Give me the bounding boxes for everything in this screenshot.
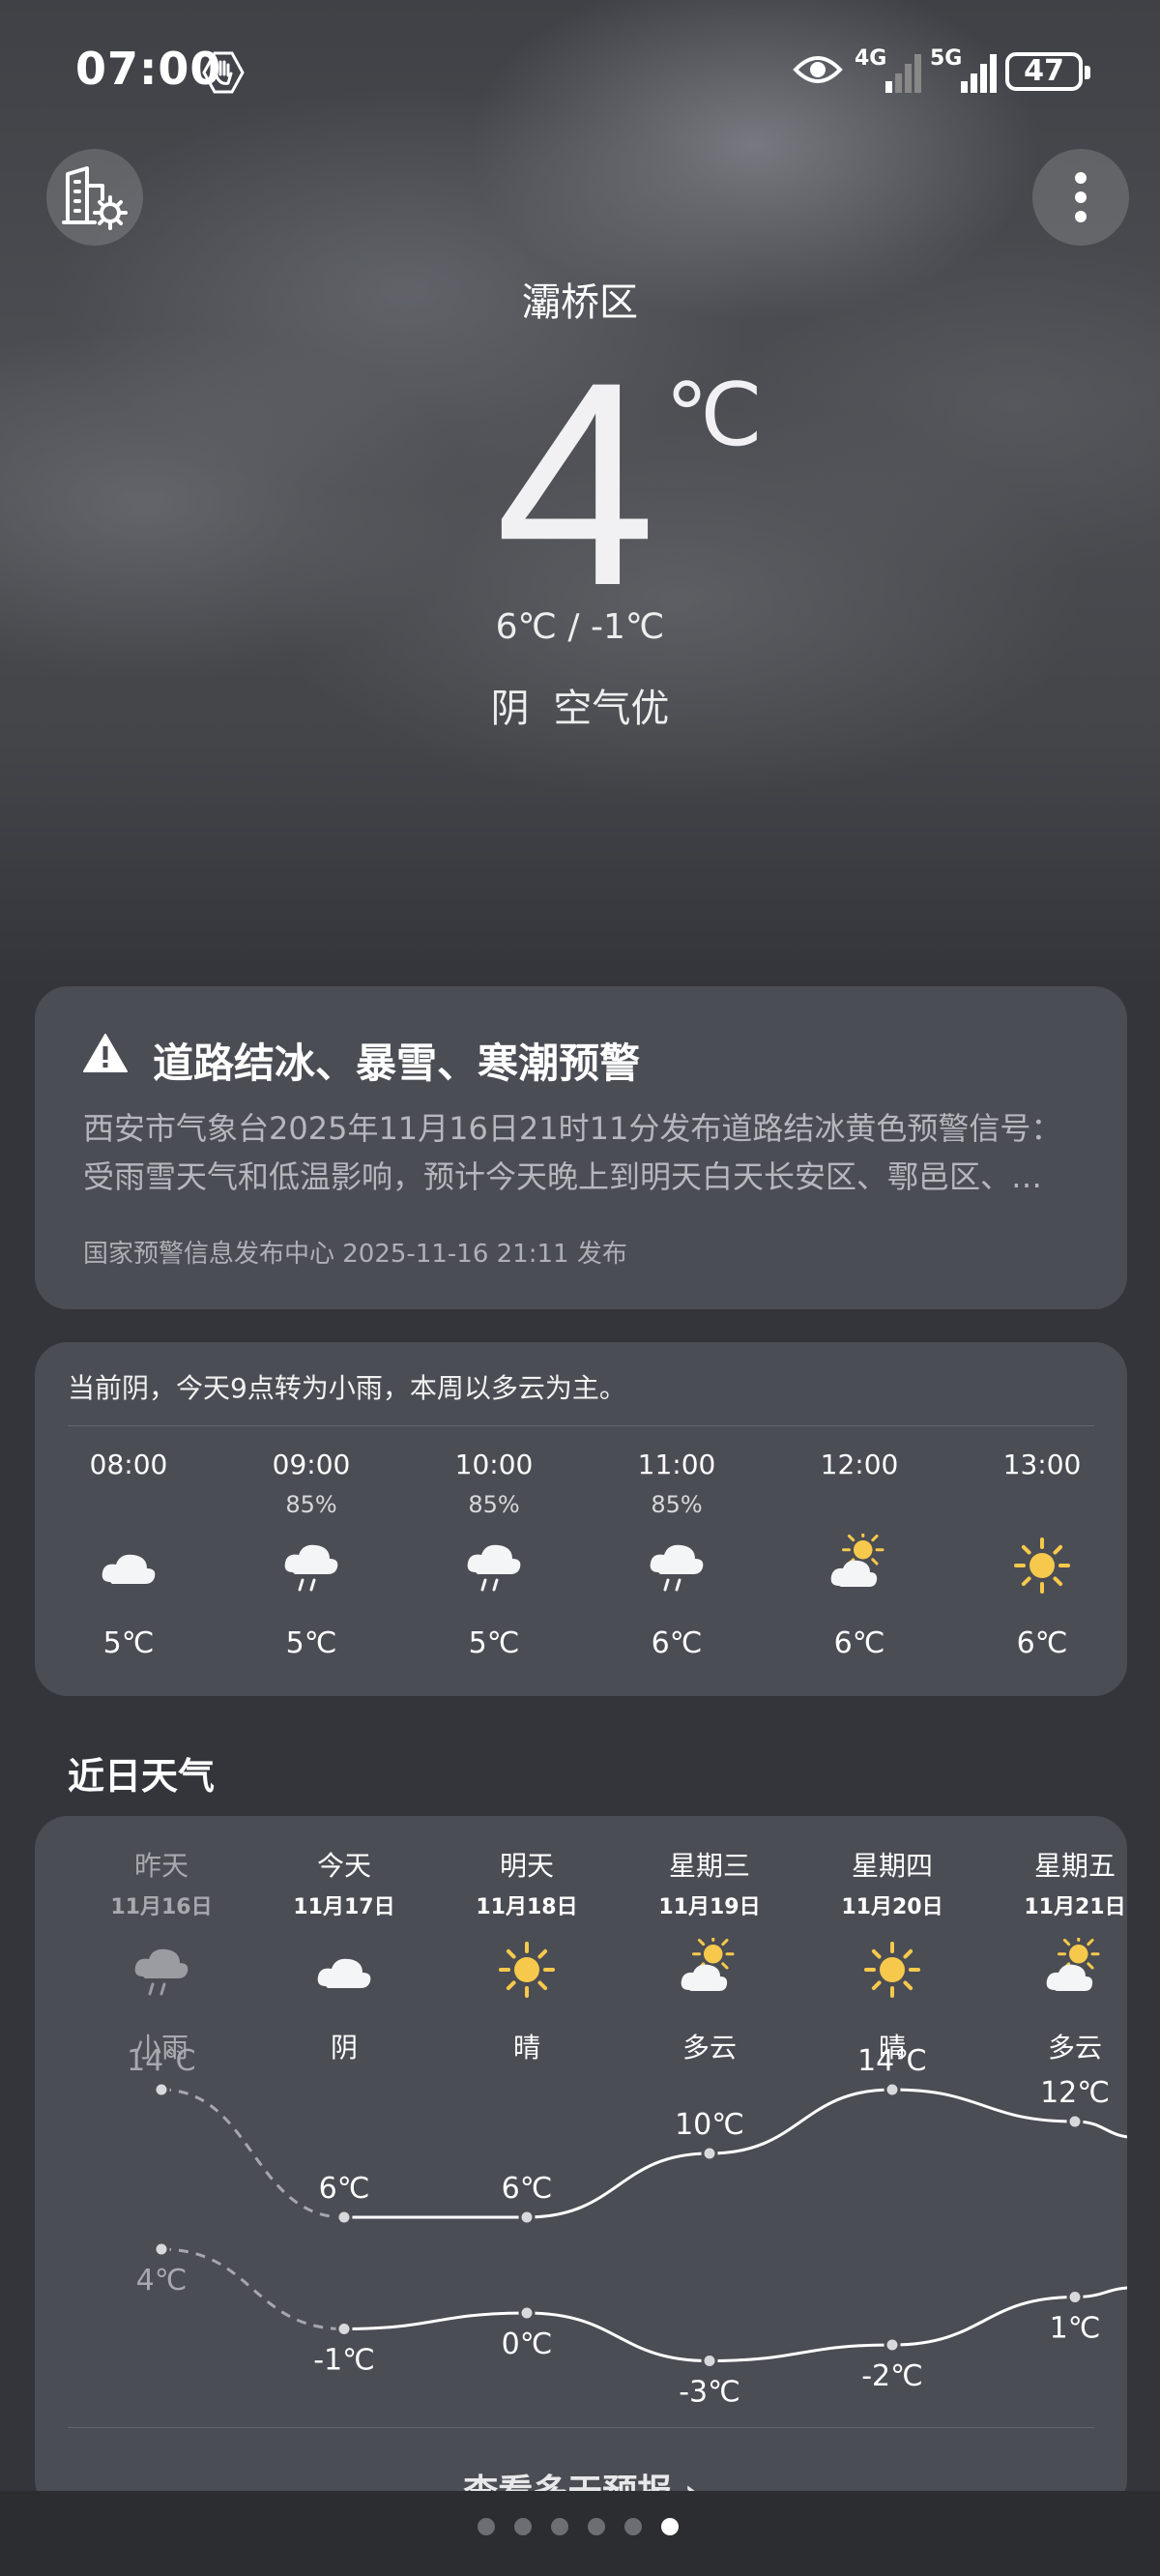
signal-5g: 5G	[930, 46, 1003, 93]
hour-temp: 5℃	[468, 1626, 520, 1660]
hour-time: 08:00	[89, 1449, 168, 1480]
low-temp-label: 0℃	[502, 2327, 553, 2361]
daily-section-title: 近日天气	[68, 1755, 216, 1798]
weather-summary: 当前阴，今天9点转为小雨，本周以多云为主。	[68, 1372, 626, 1404]
hour-time: 10:00	[454, 1449, 534, 1480]
temperature-range: 6℃ / -1℃	[495, 607, 665, 647]
low-temp-label: -2℃	[861, 2359, 923, 2393]
daily-forecast-card[interactable]: 昨天 11月16日 小雨 今天 11月17日阴明天 11月18日晴星期三 11月19日 多云星…	[35, 1816, 1127, 2512]
city-manage-button[interactable]	[46, 149, 143, 246]
page-dot[interactable]	[624, 2518, 642, 2535]
low-temp-point	[518, 2304, 536, 2322]
rain-icon	[467, 1544, 521, 1592]
hour-time: 11:00	[637, 1449, 716, 1480]
page-dot[interactable]	[514, 2518, 532, 2535]
location-name[interactable]: 灞桥区	[0, 271, 1160, 327]
alert-source: 国家预警信息发布中心 2025-11-16 21:11 发布	[83, 1240, 627, 1269]
low-temp-point	[335, 2321, 353, 2337]
hand-icon	[202, 51, 245, 94]
city-settings-icon	[62, 166, 128, 230]
high-temp-point	[335, 2209, 353, 2226]
hour-precip: 85%	[285, 1491, 337, 1518]
low-temp-point	[884, 2336, 901, 2354]
cloudy-icon	[102, 1554, 156, 1584]
high-temp-label: 6℃	[319, 2172, 370, 2206]
high-temp-point	[153, 2081, 170, 2098]
high-temp-line-past	[160, 2088, 345, 2219]
hour-temp: 6℃	[1016, 1626, 1068, 1660]
low-temp-label: -3℃	[679, 2376, 740, 2410]
hour-precip: 85%	[651, 1491, 703, 1518]
hour-time: 12:00	[820, 1449, 899, 1480]
high-temp-point	[884, 2081, 901, 2098]
more-vertical-icon	[1075, 172, 1087, 222]
temperature-unit: ℃	[665, 365, 764, 466]
high-temp-label: 14℃	[127, 2044, 196, 2078]
low-temp-line-past	[160, 2247, 345, 2330]
battery-indicator: 47	[1005, 52, 1090, 91]
hour-temp: 6℃	[833, 1626, 885, 1660]
high-temp-point	[701, 2145, 718, 2162]
more-options-button[interactable]	[1032, 149, 1129, 246]
weather-condition: 阴	[490, 687, 530, 731]
status-time: 07:00	[75, 43, 222, 95]
hour-temp: 6℃	[651, 1626, 703, 1660]
hour-time: 09:00	[272, 1449, 351, 1480]
hour-temp: 5℃	[102, 1626, 155, 1660]
low-temp-point	[153, 2240, 170, 2258]
high-temp-label: 10℃	[675, 2108, 744, 2142]
current-temperature: 4	[495, 321, 656, 646]
sunny-icon	[1014, 1537, 1070, 1594]
high-temp-point	[518, 2209, 536, 2226]
status-bar: 07:00 4G 5G 47	[0, 0, 1160, 145]
signal-4g: 4G	[855, 46, 928, 93]
hour-precip: 85%	[468, 1491, 520, 1518]
signal-bars-icon	[885, 54, 921, 93]
partly-cloudy-icon	[830, 1534, 884, 1587]
low-temp-line	[343, 2286, 1127, 2363]
warning-triangle-icon	[83, 1034, 128, 1072]
eye-icon	[793, 56, 843, 83]
temperature-trend-chart: 14℃ 4℃ 6℃ -1℃ 6℃ 0℃ 10℃ -3℃ 14℃ -2℃ 12℃ 1℃	[127, 2044, 1127, 2410]
low-temp-label: 4℃	[136, 2264, 188, 2298]
high-temp-label: 14℃	[857, 2044, 927, 2078]
alert-body: 西安市气象台2025年11月16日21时11分发布道路结冰黄色预警信号： 受雨雪…	[83, 1110, 1062, 1195]
high-temp-point	[1066, 2113, 1084, 2130]
page-dot[interactable]	[551, 2518, 568, 2535]
rain-icon	[650, 1544, 704, 1592]
page-dot[interactable]	[661, 2518, 679, 2535]
hour-temp: 5℃	[285, 1626, 337, 1660]
air-quality[interactable]: 空气优	[553, 687, 669, 731]
low-temp-label: 1℃	[1050, 2312, 1101, 2346]
divider	[68, 1425, 1094, 1426]
signal-bars-icon	[961, 54, 997, 93]
low-temp-point	[701, 2353, 718, 2369]
page-dot[interactable]	[478, 2518, 495, 2535]
alert-title: 道路结冰、暴雪、寒潮预警	[153, 1039, 641, 1087]
high-temp-label: 6℃	[502, 2172, 553, 2206]
page-dot[interactable]	[588, 2518, 605, 2535]
high-temp-label: 12℃	[1040, 2076, 1110, 2110]
hourly-forecast-card[interactable]: 当前阴，今天9点转为小雨，本周以多云为主。 08:00 5℃ 09:00 85% 5℃ 1…	[35, 1342, 1127, 1696]
rain-icon	[284, 1544, 338, 1592]
condition-line: 阴 空气优	[0, 677, 1160, 733]
weather-alert-card[interactable]: 道路结冰、暴雪、寒潮预警 西安市气象台2025年11月16日21时11分发布道路…	[35, 986, 1127, 1309]
hour-time: 13:00	[1002, 1449, 1082, 1480]
low-temp-label: -1℃	[313, 2344, 375, 2378]
divider	[68, 2427, 1094, 2428]
page-indicator-bar	[0, 2491, 1160, 2576]
low-temp-point	[1066, 2289, 1084, 2305]
